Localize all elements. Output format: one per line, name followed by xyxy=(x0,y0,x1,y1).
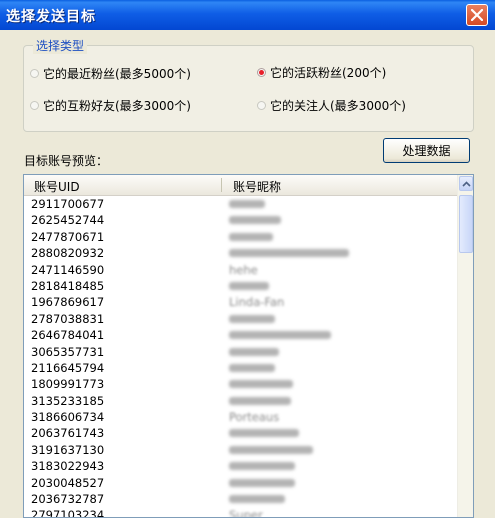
table-row[interactable]: 2063761743 xyxy=(24,425,457,441)
close-button[interactable] xyxy=(466,4,488,26)
table-row[interactable]: 3183022943 xyxy=(24,458,457,474)
column-divider[interactable] xyxy=(221,178,222,192)
nickname-cell: hehe xyxy=(229,262,258,277)
uid-cell: 2116645794 xyxy=(31,360,105,375)
nickname-cell-blurred xyxy=(229,232,273,241)
select-type-group xyxy=(23,45,474,132)
nickname-cell-blurred xyxy=(229,331,331,340)
column-header-uid[interactable]: 账号UID xyxy=(34,178,80,195)
radio-recent-fans[interactable]: 它的最近粉丝(最多5000个) xyxy=(30,65,191,81)
table-row[interactable]: 2797103234 Super xyxy=(24,507,457,518)
nickname-cell-blurred xyxy=(229,249,349,258)
nickname-cell-blurred xyxy=(229,429,299,438)
table-row[interactable]: 2116645794 xyxy=(24,360,457,376)
table-row[interactable]: 3186606734 Porteaus xyxy=(24,409,457,425)
uid-cell: 2787038831 xyxy=(31,311,105,326)
scroll-thumb[interactable] xyxy=(459,195,473,253)
list-header: 账号UID 账号昵称 xyxy=(24,175,457,196)
uid-cell: 2625452744 xyxy=(31,213,105,228)
select-type-label: 选择类型 xyxy=(33,37,88,54)
window-title: 选择发送目标 xyxy=(6,9,96,25)
nickname-cell-blurred xyxy=(229,445,313,454)
title-bar[interactable]: 选择发送目标 xyxy=(0,0,495,30)
table-row[interactable]: 2646784041 xyxy=(24,327,457,343)
uid-cell: 2477870671 xyxy=(31,229,105,244)
process-data-button[interactable]: 处理数据 xyxy=(383,138,470,163)
table-row[interactable]: 2911700677 xyxy=(24,196,457,212)
nickname-cell-blurred xyxy=(229,200,265,208)
uid-cell: 2880820932 xyxy=(31,246,105,261)
table-row[interactable]: 2787038831 xyxy=(24,311,457,327)
nickname-cell-blurred xyxy=(229,216,281,225)
table-row[interactable]: 3135233185 xyxy=(24,393,457,409)
table-row[interactable]: 2880820932 xyxy=(24,245,457,261)
uid-cell: 2911700677 xyxy=(31,197,105,211)
preview-label: 目标账号预览： xyxy=(24,154,109,168)
radio-dot xyxy=(257,100,266,110)
table-row[interactable]: 2625452744 xyxy=(24,212,457,228)
nickname-cell-blurred xyxy=(229,478,295,487)
send-target-dialog: 选择发送目标 选择类型 它的最近粉丝(最多5000个) 它的活跃粉丝(200个)… xyxy=(0,0,495,518)
uid-cell: 3135233185 xyxy=(31,393,105,408)
table-row[interactable]: 2471146590 hehe xyxy=(24,262,457,278)
radio-label: 它的互粉好友(最多3000个) xyxy=(43,98,191,113)
nickname-cell-blurred xyxy=(229,281,269,290)
nickname-cell: Porteaus xyxy=(229,410,280,425)
table-row[interactable]: 2036732787 xyxy=(24,491,457,507)
close-icon xyxy=(471,9,483,21)
radio-active-fans[interactable]: 它的活跃粉丝(200个) xyxy=(257,64,386,80)
radio-label: 它的最近粉丝(最多5000个) xyxy=(43,66,191,81)
table-row[interactable]: 3065357731 xyxy=(24,344,457,360)
table-row[interactable]: 3191637130 xyxy=(24,442,457,458)
uid-cell: 2646784041 xyxy=(31,328,105,343)
uid-cell: 3191637130 xyxy=(31,442,105,457)
table-row[interactable]: 2818418485 xyxy=(24,278,457,294)
radio-dot-selected xyxy=(257,67,266,77)
nickname-cell-blurred xyxy=(229,495,285,504)
column-header-nickname[interactable]: 账号昵称 xyxy=(233,178,281,195)
radio-label: 它的关注人(最多3000个) xyxy=(270,98,406,113)
nickname-cell-blurred xyxy=(229,462,295,471)
table-row[interactable]: 1967869617 Linda-Fan xyxy=(24,294,457,310)
uid-cell: 2818418485 xyxy=(31,278,105,293)
list-rows: 2911700677 2625452744 2477870671 2880820932… xyxy=(24,196,457,518)
uid-cell: 1967869617 xyxy=(31,295,105,310)
radio-label: 它的活跃粉丝(200个) xyxy=(270,65,387,80)
nickname-cell-blurred xyxy=(229,396,291,405)
radio-dot xyxy=(30,100,39,110)
nickname-cell-blurred xyxy=(229,347,279,356)
table-row[interactable]: 1809991773 xyxy=(24,376,457,392)
nickname-cell: Super xyxy=(229,508,263,518)
nickname-cell-blurred xyxy=(229,363,275,372)
radio-mutual-friends[interactable]: 它的互粉好友(最多3000个) xyxy=(30,97,191,113)
target-account-list[interactable]: 账号UID 账号昵称 2911700677 2625452744 247787067… xyxy=(23,174,474,518)
scroll-up-button[interactable] xyxy=(459,176,473,191)
uid-cell: 1809991773 xyxy=(31,377,105,392)
table-row[interactable]: 2030048527 xyxy=(24,475,457,491)
nickname-cell-blurred xyxy=(229,314,275,323)
radio-dot xyxy=(30,68,39,78)
uid-cell: 3065357731 xyxy=(31,344,105,359)
uid-cell: 2036732787 xyxy=(31,492,105,507)
nickname-cell-blurred xyxy=(229,380,293,389)
table-row[interactable]: 2477870671 xyxy=(24,229,457,245)
uid-cell: 3186606734 xyxy=(31,410,105,425)
uid-cell: 2471146590 xyxy=(31,262,105,277)
uid-cell: 2030048527 xyxy=(31,475,105,490)
vertical-scrollbar[interactable] xyxy=(457,175,473,517)
nickname-cell: Linda-Fan xyxy=(229,295,285,310)
uid-cell: 2797103234 xyxy=(31,508,105,518)
radio-followings[interactable]: 它的关注人(最多3000个) xyxy=(257,97,406,113)
chevron-up-icon xyxy=(462,181,471,187)
uid-cell: 3183022943 xyxy=(31,459,105,474)
uid-cell: 2063761743 xyxy=(31,426,105,441)
